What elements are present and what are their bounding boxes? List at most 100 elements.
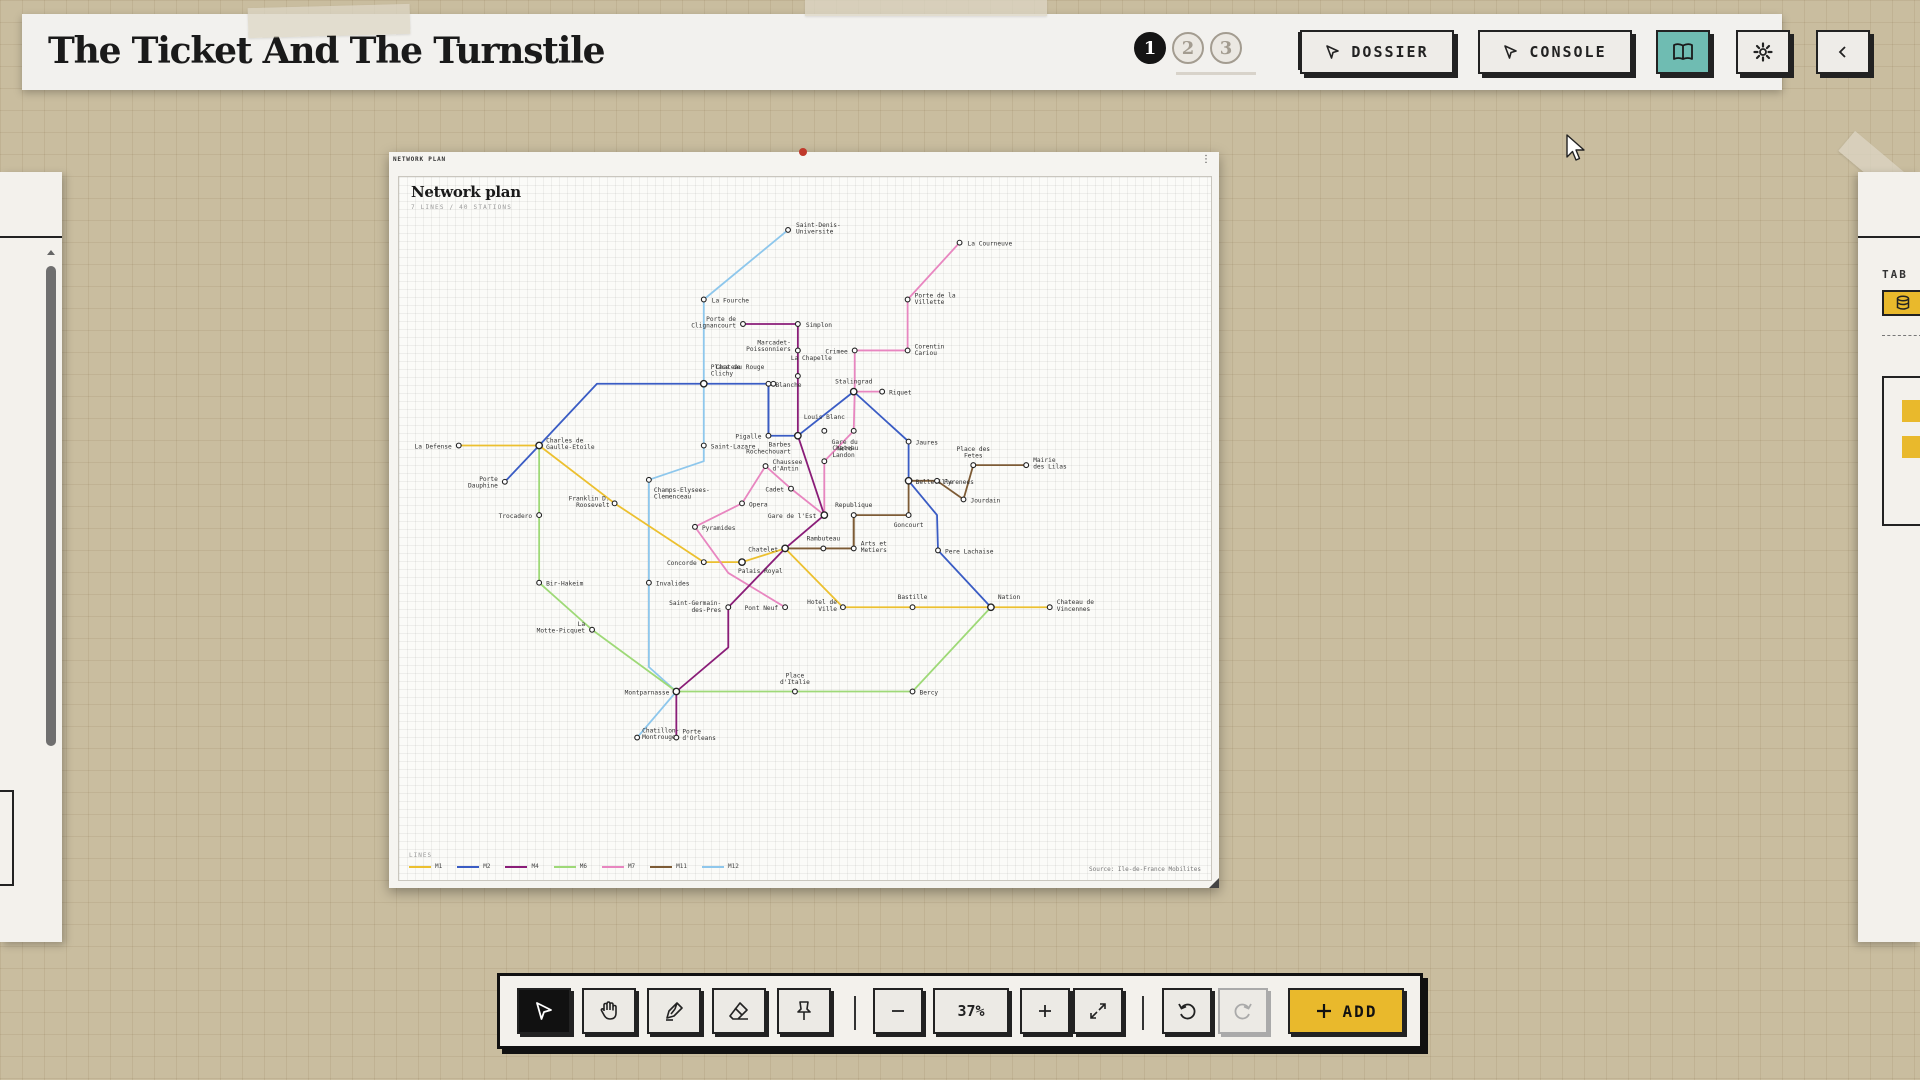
station-marker[interactable] (791, 688, 798, 695)
station-marker[interactable] (821, 458, 828, 465)
station-hdv[interactable]: Hotel de Ville (807, 599, 846, 613)
station-marker[interactable] (987, 603, 995, 612)
station-marker[interactable] (849, 387, 858, 396)
station-cmo[interactable]: Chatillon-Montrouge (634, 728, 680, 742)
station-laf[interactable]: La Fourche (700, 296, 749, 305)
station-marker[interactable] (765, 380, 772, 387)
station-lmp[interactable]: La Motte-Picquet (537, 621, 596, 635)
station-marker[interactable] (934, 477, 940, 484)
station-aem[interactable]: Arts et Metiers (850, 540, 887, 554)
pin-tool-button[interactable] (777, 988, 831, 1034)
station-fdr[interactable]: Franklin D. Roosevelt (569, 495, 618, 509)
station-marker[interactable] (1023, 462, 1030, 469)
station-por[interactable]: Porte d'Orleans (673, 729, 716, 743)
station-ple[interactable]: Pere Lachaise (935, 547, 994, 555)
station-marker[interactable] (821, 427, 828, 434)
undo-button[interactable] (1162, 988, 1212, 1034)
station-cri[interactable]: Crimee (825, 347, 858, 355)
station-slz[interactable]: Saint-Lazare (700, 442, 756, 451)
station-marker[interactable] (535, 441, 544, 450)
dossier-button[interactable]: DOSSIER (1300, 30, 1454, 74)
station-marker[interactable] (589, 626, 596, 633)
erase-tool-button[interactable] (712, 988, 766, 1034)
station-riq[interactable]: Riquet (879, 388, 912, 397)
station-marker[interactable] (738, 558, 746, 567)
more-menu-icon[interactable]: ⋮ (1201, 154, 1211, 165)
station-marker[interactable] (904, 296, 911, 303)
station-marker[interactable] (851, 347, 858, 354)
station-marker[interactable] (785, 226, 792, 233)
station-marker[interactable] (904, 347, 911, 354)
station-tro[interactable]: Trocadero (499, 512, 543, 520)
station-marker[interactable] (794, 372, 801, 379)
step-2[interactable]: 2 (1172, 32, 1204, 64)
fit-screen-button[interactable] (1073, 988, 1123, 1034)
station-marker[interactable] (501, 478, 508, 485)
station-marker[interactable] (793, 431, 802, 440)
station-jau[interactable]: Jaures (905, 438, 938, 447)
station-marker[interactable] (536, 512, 543, 519)
station-marker[interactable] (645, 579, 652, 586)
add-button[interactable]: ADD (1288, 988, 1404, 1034)
station-marker[interactable] (970, 462, 977, 469)
zoom-level-display[interactable]: 37% (933, 988, 1009, 1034)
station-lbl[interactable]: Louis Blanc (804, 414, 845, 434)
station-marker[interactable] (645, 476, 652, 483)
zoom-in-button[interactable] (1020, 988, 1070, 1034)
draw-tool-button[interactable] (647, 988, 701, 1034)
station-cad[interactable]: Cadet (765, 485, 794, 494)
station-marker[interactable] (673, 734, 680, 741)
station-marker[interactable] (781, 544, 790, 553)
station-marker[interactable] (879, 388, 886, 395)
station-marker[interactable] (956, 239, 963, 246)
station-pne[interactable]: Pont Neuf (745, 604, 789, 612)
station-marker[interactable] (700, 559, 707, 566)
zoom-out-button[interactable] (873, 988, 923, 1034)
station-marker[interactable] (700, 442, 707, 449)
station-marker[interactable] (904, 476, 913, 485)
station-jou[interactable]: Jourdain (960, 496, 1001, 504)
station-marker[interactable] (692, 523, 698, 530)
scroll-up-icon[interactable] (44, 244, 58, 258)
station-marker[interactable] (782, 604, 789, 611)
station-cda[interactable]: Chaussee d'Antin (762, 459, 803, 473)
station-marker[interactable] (850, 512, 857, 519)
station-ber[interactable]: Bercy (909, 688, 938, 697)
station-marker[interactable] (820, 511, 829, 519)
console-button[interactable]: CONSOLE (1478, 30, 1632, 74)
station-marker[interactable] (740, 321, 746, 327)
station-marker[interactable] (905, 512, 912, 519)
station-marker[interactable] (1046, 604, 1053, 611)
redo-button[interactable] (1218, 988, 1268, 1034)
station-marker[interactable] (700, 296, 707, 303)
station-pig[interactable]: Pigalle (735, 432, 772, 441)
settings-button[interactable] (1736, 30, 1790, 74)
station-sdu[interactable]: Saint-Denis-Universite (785, 222, 841, 236)
step-3[interactable]: 3 (1210, 32, 1242, 64)
station-marker[interactable] (850, 545, 857, 552)
network-plan-card[interactable]: NETWORK PLAN ⋮ Network plan 7 LINES / 40… (389, 148, 1219, 888)
station-pro[interactable]: Palais Royal (738, 558, 783, 575)
station-ldf[interactable]: La Defense (415, 442, 462, 451)
station-marker[interactable] (611, 500, 618, 507)
station-cec[interactable]: Champs-Elysees-Clemenceau (645, 476, 710, 500)
station-marker[interactable] (455, 442, 462, 449)
database-button[interactable] (1882, 290, 1920, 316)
station-sgp[interactable]: Saint-Germain-des-Pres (669, 600, 732, 614)
step-1[interactable]: 1 (1134, 32, 1166, 64)
station-marker[interactable] (788, 485, 794, 492)
station-marker[interactable] (850, 427, 857, 434)
select-tool-button[interactable] (517, 988, 571, 1034)
metro-map[interactable]: Saint-Denis-Universite La Fourche Porte de… (399, 177, 1211, 880)
station-mon[interactable]: Montparnasse (625, 687, 681, 697)
station-cca[interactable]: Corentin Cariou (904, 343, 945, 357)
station-marker[interactable] (699, 379, 708, 388)
pan-tool-button[interactable] (582, 988, 636, 1034)
station-marker[interactable] (634, 734, 641, 741)
station-marker[interactable] (909, 604, 916, 611)
station-marker[interactable] (905, 438, 912, 445)
station-marker[interactable] (820, 545, 827, 552)
scrollbar-thumb[interactable] (46, 266, 56, 746)
station-marker[interactable] (909, 688, 916, 695)
book-button[interactable] (1656, 30, 1710, 74)
